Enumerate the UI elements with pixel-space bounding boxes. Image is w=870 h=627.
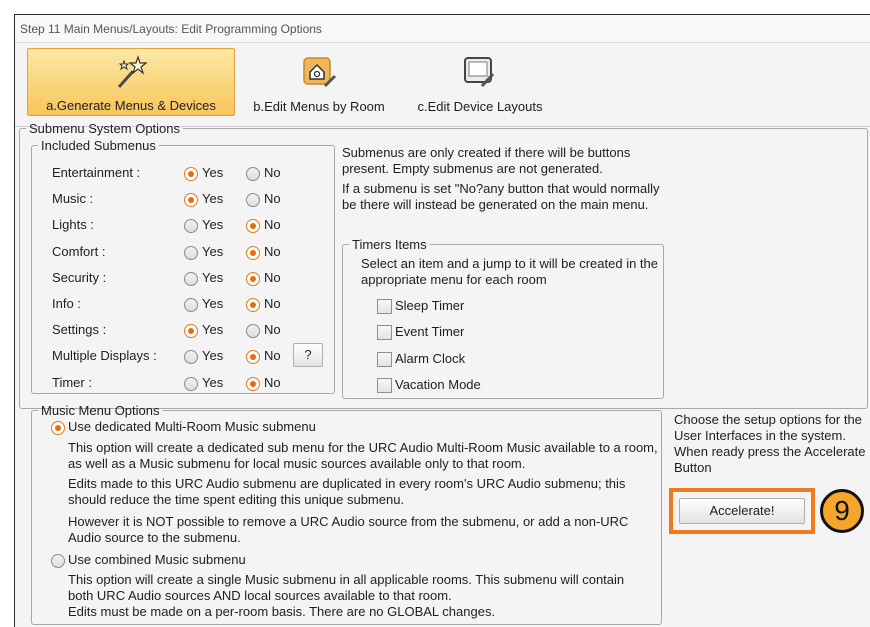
submenu-label-entertainment: Entertainment :	[52, 165, 141, 180]
dedicated-music-limitation-note: However it is NOT possible to remove a U…	[68, 514, 629, 545]
step-badge: 9	[820, 489, 864, 533]
dedicated-music-edits-note: Edits made to this URC Audio submenu are…	[68, 476, 626, 507]
edit-device-layouts-button[interactable]: c.Edit Device Layouts	[405, 48, 555, 116]
submenu-label-lights: Lights :	[52, 217, 94, 232]
submenu-no-label: No	[264, 322, 281, 337]
submenu-no-radio-entertainment[interactable]	[246, 167, 260, 181]
submenu-system-options-legend: Submenu System Options	[29, 121, 181, 136]
event-timer-label: Event Timer	[395, 324, 465, 339]
window-title: Step 11 Main Menus/Layouts: Edit Program…	[15, 15, 870, 43]
submenu-no-label: No	[264, 348, 281, 363]
room-settings-icon	[303, 57, 337, 88]
included-submenus-legend: Included Submenus	[41, 138, 156, 153]
submenu-no-radio-music[interactable]	[246, 193, 260, 207]
combined-music-radio[interactable]	[51, 554, 65, 568]
submenu-info-text: Submenus are only created if there will …	[342, 145, 631, 176]
submenu-no-radio-lights[interactable]	[246, 219, 260, 233]
alarm-clock-label: Alarm Clock	[395, 351, 466, 366]
combined-music-label: Use combined Music submenu	[68, 552, 246, 567]
toolbar: a.Generate Menus & Devices b.Edit Menus …	[15, 44, 870, 127]
vacation-mode-checkbox[interactable]	[377, 378, 392, 393]
sleep-timer-label: Sleep Timer	[395, 298, 465, 313]
edit-menus-by-room-button[interactable]: b.Edit Menus by Room	[239, 48, 399, 116]
music-menu-options-legend: Music Menu Options	[41, 403, 160, 418]
submenu-no-radio-timer[interactable]	[246, 377, 260, 391]
submenu-yes-label: Yes	[202, 296, 224, 311]
alarm-clock-checkbox[interactable]	[377, 352, 392, 367]
submenu-no-label: No	[264, 296, 281, 311]
submenu-no-label: No	[264, 244, 281, 259]
submenu-yes-radio-music[interactable]	[184, 193, 198, 207]
combined-music-edits-note: Edits must be made on a per-room basis. …	[68, 604, 496, 619]
submenu-no-radio-multiple-displays[interactable]	[246, 350, 260, 364]
submenu-yes-label: Yes	[202, 165, 224, 180]
accelerate-button[interactable]: Accelerate!	[679, 498, 805, 524]
submenu-yes-label: Yes	[202, 348, 224, 363]
edit-device-layouts-label: c.Edit Device Layouts	[417, 99, 543, 114]
submenu-no-info-text: If a submenu is set "No?any button that …	[342, 181, 660, 212]
submenu-yes-label: Yes	[202, 375, 224, 390]
sleep-timer-checkbox[interactable]	[377, 299, 392, 314]
dedicated-music-description: This option will create a dedicated sub …	[68, 440, 658, 471]
help-button[interactable]: ?	[293, 343, 323, 367]
submenu-yes-label: Yes	[202, 217, 224, 232]
programming-options-window: Step 11 Main Menus/Layouts: Edit Program…	[14, 14, 870, 627]
combined-music-description: This option will create a single Music s…	[68, 572, 625, 603]
timers-items-legend: Timers Items	[352, 237, 427, 252]
submenu-yes-radio-entertainment[interactable]	[184, 167, 198, 181]
dedicated-music-radio[interactable]	[51, 421, 65, 435]
submenu-yes-label: Yes	[202, 191, 224, 206]
submenu-no-radio-info[interactable]	[246, 298, 260, 312]
submenu-yes-radio-timer[interactable]	[184, 377, 198, 391]
submenu-label-timer: Timer :	[52, 375, 92, 390]
submenu-yes-radio-settings[interactable]	[184, 324, 198, 338]
submenu-yes-radio-comfort[interactable]	[184, 246, 198, 260]
timers-description: Select an item and a jump to it will be …	[361, 256, 658, 287]
dedicated-music-label: Use dedicated Multi-Room Music submenu	[68, 419, 316, 434]
event-timer-checkbox[interactable]	[377, 325, 392, 340]
submenu-label-security: Security :	[52, 270, 107, 285]
edit-menus-by-room-label: b.Edit Menus by Room	[253, 99, 385, 114]
submenu-label-comfort: Comfort :	[52, 244, 106, 259]
device-layout-icon	[464, 57, 495, 88]
submenu-no-radio-security[interactable]	[246, 272, 260, 286]
submenu-yes-label: Yes	[202, 322, 224, 337]
setup-instructions: Choose the setup options for the User In…	[674, 412, 866, 475]
submenu-yes-radio-lights[interactable]	[184, 219, 198, 233]
submenu-label-settings: Settings :	[52, 322, 107, 337]
submenu-label-multiple-displays: Multiple Displays :	[52, 348, 157, 363]
submenu-no-radio-settings[interactable]	[246, 324, 260, 338]
submenu-label-music: Music :	[52, 191, 94, 206]
submenu-yes-radio-security[interactable]	[184, 272, 198, 286]
submenu-no-label: No	[264, 270, 281, 285]
submenu-no-label: No	[264, 191, 281, 206]
vacation-mode-label: Vacation Mode	[395, 377, 481, 392]
submenu-no-label: No	[264, 375, 281, 390]
submenu-no-label: No	[264, 217, 281, 232]
generate-menus-button[interactable]: a.Generate Menus & Devices	[27, 48, 235, 116]
submenu-yes-radio-multiple-displays[interactable]	[184, 350, 198, 364]
submenu-yes-label: Yes	[202, 270, 224, 285]
submenu-label-info: Info :	[52, 296, 81, 311]
submenu-yes-radio-info[interactable]	[184, 298, 198, 312]
submenu-no-label: No	[264, 165, 281, 180]
submenu-yes-label: Yes	[202, 244, 224, 259]
magic-wand-icon	[117, 55, 148, 88]
submenu-no-radio-comfort[interactable]	[246, 246, 260, 260]
generate-menus-label: a.Generate Menus & Devices	[46, 98, 216, 113]
